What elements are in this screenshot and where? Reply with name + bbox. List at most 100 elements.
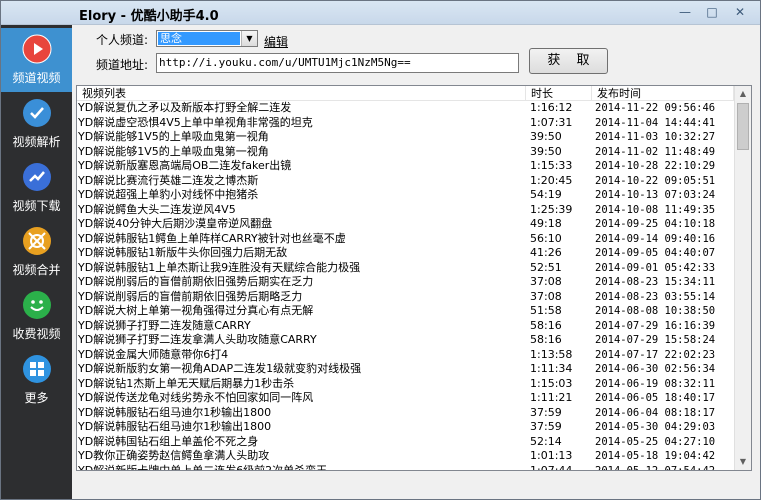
video-publish-date: 2014-09-25 04:10:18 — [595, 218, 716, 230]
list-item[interactable]: YD解说复仇之矛以及新版本打野全解二连发 1:16:12 2014-11-22 09… — [77, 101, 734, 116]
list-item[interactable]: YD解说韩服钻1上单杰斯让我9连胜没有天赋综合能力极强 52:51 2014-09-… — [77, 261, 734, 276]
video-duration: 1:25:39 — [530, 202, 573, 216]
minimize-button[interactable]: — — [674, 4, 696, 20]
video-title: YD解说虚空恐惧4V5上单中单视角非常强的坦克 — [78, 115, 313, 129]
column-header-title[interactable]: 视频列表 — [77, 86, 526, 101]
video-duration: 39:50 — [530, 130, 562, 143]
sidebar-item-channel-videos[interactable]: 频道视频 — [1, 28, 72, 92]
channel-select-value: 思念 — [158, 32, 240, 45]
list-header: 视频列表 时长 发布时间 — [77, 86, 734, 101]
list-item[interactable]: YD解说新版卡牌中单上单二连发6级前2次单杀蛮王 1:07:44 2014-05-1… — [77, 464, 734, 471]
list-item[interactable]: YD解说削弱后的盲僧前期依旧强势后期实在乏力 37:08 2014-08-23 15… — [77, 275, 734, 290]
video-title: YD解说传送龙龟对线劣势永不怕回家如同一阵风 — [78, 391, 314, 404]
video-publish-date: 2014-11-02 11:48:49 — [595, 145, 716, 158]
scroll-thumb[interactable] — [737, 103, 749, 150]
video-duration: 1:01:13 — [530, 449, 573, 462]
video-publish-date: 2014-06-05 18:40:17 — [595, 392, 716, 404]
column-header-duration[interactable]: 时长 — [526, 86, 592, 101]
sidebar-item-video-parse[interactable]: 视频解析 — [1, 92, 72, 156]
list-item[interactable]: YD解说狮子打野二连发随意CARRY 58:16 2014-07-29 16:16:… — [77, 319, 734, 334]
list-item[interactable]: YD解说传送龙龟对线劣势永不怕回家如同一阵风 1:11:21 2014-06-05 … — [77, 391, 734, 406]
list-item[interactable]: YD解说韩服钻石组马迪尔1秒输出1800 37:59 2014-06-04 08:1… — [77, 406, 734, 421]
edit-link[interactable]: 编辑 — [264, 33, 288, 50]
video-duration: 1:11:21 — [530, 391, 573, 404]
channel-url-input[interactable]: http://i.youku.com/u/UMTU1Mjc1NzM5Ng== — [156, 53, 519, 73]
column-header-date[interactable]: 发布时间 — [592, 86, 734, 101]
list-item[interactable]: YD解说韩国钻石组上单盖伦不死之身 52:14 2014-05-25 04:27:1… — [77, 435, 734, 450]
maximize-button[interactable]: □ — [701, 4, 723, 20]
list-item[interactable]: YD解说比赛流行英雄二连发之博杰斯 1:20:45 2014-10-22 09:05… — [77, 174, 734, 189]
video-publish-date: 2014-11-04 14:44:41 — [595, 116, 716, 129]
list-item[interactable]: YD解说鳄鱼大头二连发逆风4V5 1:25:39 2014-10-08 11:49:… — [77, 203, 734, 218]
list-item[interactable]: YD解说韩服钻石组马迪尔1秒输出1800 37:59 2014-05-30 04:2… — [77, 420, 734, 435]
list-item[interactable]: YD解说能够1V5的上单吸血鬼第一视角 39:50 2014-11-03 10:32… — [77, 130, 734, 145]
list-item[interactable]: YD解说超强上单豹小对线怀中抱猪杀 54:19 2014-10-13 07:03:2… — [77, 188, 734, 203]
sidebar-item-label: 收费视频 — [12, 327, 61, 341]
video-list[interactable]: 视频列表 时长 发布时间 YD解说复仇之矛以及新版本打野全解二连发 1:16:12… — [76, 85, 752, 471]
list-rows: YD解说复仇之矛以及新版本打野全解二连发 1:16:12 2014-11-22 09… — [77, 101, 734, 471]
video-duration: 51:58 — [530, 304, 562, 317]
list-item[interactable]: YD解说削弱后的盲僧前期依旧强势后期略乏力 37:08 2014-08-23 03:… — [77, 290, 734, 305]
list-item[interactable]: YD教你正确姿势赵信鳄鱼拿满人头助攻 1:01:13 2014-05-18 19:0… — [77, 449, 734, 464]
sidebar-item-more[interactable]: 更多 — [1, 348, 72, 412]
windows-icon — [23, 355, 51, 383]
video-publish-date: 2014-06-19 08:32:11 — [595, 377, 716, 390]
video-duration: 52:14 — [530, 434, 562, 448]
list-item[interactable]: YD解说新版塞恩高端局OB二连发faker出镜 1:15:33 2014-10-28… — [77, 159, 734, 174]
sidebar-item-video-merge[interactable]: 视频合并 — [1, 220, 72, 284]
video-title: YD解说狮子打野二连发随意CARRY — [78, 318, 251, 332]
video-publish-date: 2014-07-29 16:16:39 — [595, 319, 716, 332]
video-duration: 49:18 — [530, 217, 562, 230]
title-bar[interactable]: Elory - 优酷小助手4.0 — □ ✕ — [1, 1, 760, 25]
sidebar-item-label: 视频合并 — [12, 263, 61, 277]
list-item[interactable]: YD解说能够1V5的上单吸血鬼第一视角 39:50 2014-11-02 11:48… — [77, 145, 734, 160]
video-duration: 1:15:33 — [530, 159, 573, 172]
video-publish-date: 2014-09-05 04:40:07 — [595, 247, 716, 259]
list-item[interactable]: YD解说大树上单第一视角强得过分真心有点无解 51:58 2014-08-08 10… — [77, 304, 734, 319]
video-publish-date: 2014-06-30 02:56:34 — [595, 363, 716, 375]
video-title: YD解说新版塞恩高端局OB二连发faker出镜 — [78, 159, 292, 172]
scroll-down-icon[interactable]: ▼ — [735, 454, 751, 470]
video-publish-date: 2014-10-08 11:49:35 — [595, 203, 716, 216]
list-item[interactable]: YD解说韩服钻1鳄鱼上单阵样CARRY被针对也丝毫不虚 56:10 2014-09-… — [77, 232, 734, 247]
sidebar-item-label: 视频解析 — [12, 135, 61, 149]
video-duration: 58:16 — [530, 333, 562, 346]
main-panel: 个人频道: 思念 ▼ 编辑 频道地址: http://i.youku.com/u… — [72, 25, 760, 499]
video-publish-date: 2014-07-29 15:58:24 — [595, 334, 716, 346]
video-publish-date: 2014-11-22 09:56:46 — [595, 102, 716, 114]
video-publish-date: 2014-08-23 03:55:14 — [595, 290, 716, 303]
url-label: 频道地址: — [96, 58, 149, 72]
video-title: YD解说金属大师随意带你6打4 — [78, 347, 229, 361]
close-button[interactable]: ✕ — [729, 4, 751, 20]
channel-select[interactable]: 思念 ▼ — [156, 30, 258, 47]
app-window: Elory - 优酷小助手4.0 — □ ✕ 频道视频 视频解析 视频下载 视频… — [0, 0, 761, 500]
smile-icon — [23, 291, 51, 319]
video-title: YD解说能够1V5的上单吸血鬼第一视角 — [78, 130, 269, 143]
list-item[interactable]: YD解说韩服钻1新版牛头你回强力后期无敌 41:26 2014-09-05 04:4… — [77, 246, 734, 261]
video-title: YD解说40分钟大后期沙漠皇帝逆风翻盘 — [78, 217, 273, 230]
get-button[interactable]: 获 取 — [529, 48, 608, 74]
video-duration: 1:11:34 — [530, 362, 573, 375]
video-title: YD解说韩服钻石组马迪尔1秒输出1800 — [78, 405, 272, 419]
video-title: YD解说比赛流行英雄二连发之博杰斯 — [78, 173, 259, 187]
video-publish-date: 2014-09-01 05:42:33 — [595, 261, 716, 274]
list-item[interactable]: YD解说狮子打野二连发拿满人头助攻随意CARRY 58:16 2014-07-29 … — [77, 333, 734, 348]
video-title: YD解说鳄鱼大头二连发逆风4V5 — [78, 202, 236, 216]
video-publish-date: 2014-06-04 08:18:17 — [595, 406, 716, 419]
merge-icon — [23, 227, 51, 255]
trend-icon — [23, 163, 51, 191]
video-duration: 1:16:12 — [530, 101, 573, 114]
video-title: YD解说削弱后的盲僧前期依旧强势后期略乏力 — [78, 289, 303, 303]
scroll-up-icon[interactable]: ▲ — [735, 86, 751, 102]
list-item[interactable]: YD解说虚空恐惧4V5上单中单视角非常强的坦克 1:07:31 2014-11-04… — [77, 116, 734, 131]
list-item[interactable]: YD解说金属大师随意带你6打4 1:13:58 2014-07-17 22:02:2… — [77, 348, 734, 363]
video-title: YD解说韩服钻1上单杰斯让我9连胜没有天赋综合能力极强 — [78, 260, 361, 274]
list-item[interactable]: YD解说钻1杰斯上单无天赋后期暴力1秒击杀 1:15:03 2014-06-19 0… — [77, 377, 734, 392]
vertical-scrollbar[interactable]: ▲ ▼ — [734, 86, 751, 470]
video-publish-date: 2014-05-30 04:29:03 — [595, 421, 716, 433]
sidebar-item-paid-videos[interactable]: 收费视频 — [1, 284, 72, 348]
sidebar-item-video-download[interactable]: 视频下载 — [1, 156, 72, 220]
list-item[interactable]: YD解说新版豹女第一视角ADAP二连发1级就变豹对线极强 1:11:34 2014-… — [77, 362, 734, 377]
chevron-down-icon[interactable]: ▼ — [241, 31, 257, 46]
list-item[interactable]: YD解说40分钟大后期沙漠皇帝逆风翻盘 49:18 2014-09-25 04:10… — [77, 217, 734, 232]
